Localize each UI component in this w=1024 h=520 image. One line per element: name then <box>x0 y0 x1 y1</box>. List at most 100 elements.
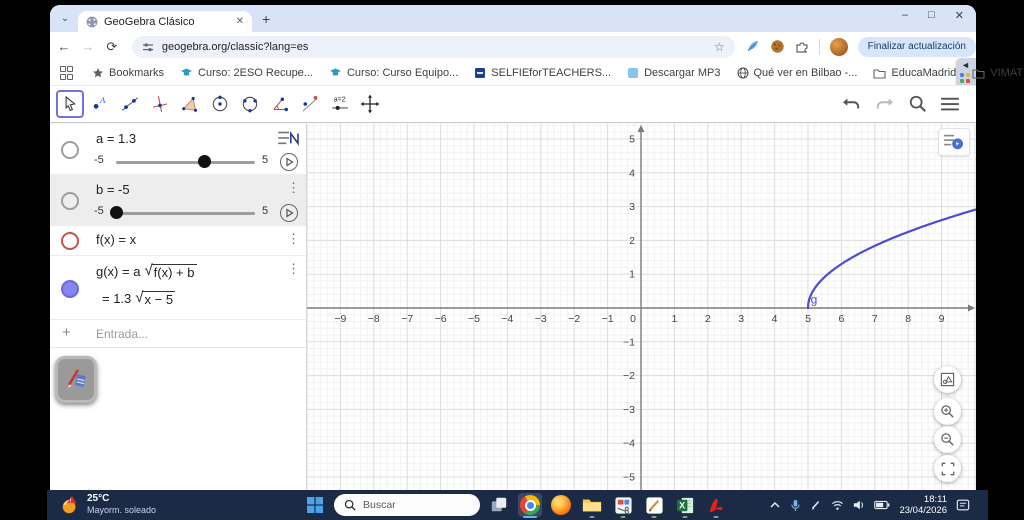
task-view-button[interactable] <box>487 493 511 517</box>
wifi-icon[interactable] <box>831 500 844 511</box>
apps-grid-icon[interactable] <box>60 66 73 80</box>
new-tab-button[interactable]: + <box>262 12 270 26</box>
row-menu-g[interactable]: ⋮ <box>287 261 300 277</box>
feather-extension-icon[interactable] <box>745 39 760 54</box>
hamburger-menu-icon[interactable] <box>940 96 960 112</box>
close-button[interactable]: ✕ <box>955 9 964 22</box>
visibility-toggle-f[interactable] <box>61 232 79 250</box>
visibility-toggle-b[interactable] <box>61 192 79 210</box>
forward-button[interactable]: → <box>78 39 98 54</box>
bookmark-item[interactable]: Bookmarks <box>92 67 164 79</box>
bookmark-item[interactable]: Curso: 2ESO Recupe... <box>180 67 313 79</box>
taskbar-app-excel[interactable]: X <box>673 493 697 518</box>
weather-widget[interactable]: ! 25°C Mayorm. soleado <box>59 493 156 516</box>
tool-slider[interactable]: a=2 <box>326 90 354 118</box>
bookmark-item[interactable]: Descargar MP3 <box>627 67 721 79</box>
weather-desc: Mayorm. soleado <box>87 505 157 515</box>
visibility-toggle-a[interactable] <box>61 141 79 159</box>
taskbar-app-firefox[interactable] <box>549 493 573 517</box>
tool-circle[interactable] <box>206 90 234 118</box>
graphics-view[interactable]: −9 −8 −7 −6 −5 −4 −3 −2 −1 0 1 2 3 4 5 6 7 8 9 −5 −4 −3 −2 −1 1 2… <box>307 124 976 490</box>
clock-widget[interactable]: 18:11 23/04/2026 <box>899 494 947 516</box>
update-chrome-chip[interactable]: Finalizar actualización <box>857 36 976 57</box>
tool-line[interactable] <box>116 90 144 118</box>
volume-icon[interactable] <box>853 499 865 511</box>
row-menu-f[interactable]: ⋮ <box>287 231 300 247</box>
show-all-objects-button[interactable] <box>934 366 961 393</box>
bookmark-item[interactable]: VIMAT <box>972 67 1023 79</box>
reload-button[interactable]: ⟳ <box>102 39 122 55</box>
animate-button-b[interactable] <box>280 204 298 222</box>
slider-handle-a[interactable] <box>197 155 211 168</box>
address-bar[interactable]: geogebra.org/classic?lang=es ☆ <box>131 35 735 58</box>
bookmark-star-icon[interactable]: ☆ <box>714 40 725 54</box>
battery-icon[interactable] <box>874 500 890 510</box>
zoom-out-button[interactable] <box>934 426 961 453</box>
algebra-row-b[interactable]: b = -5 -5 5 ⋮ <box>50 175 306 226</box>
taskbar-app-snipping-tool[interactable] <box>611 493 635 518</box>
algebra-row-g[interactable]: g(x) = a √ f(x) + b = 1.3 √ x − 5 ⋮ <box>50 256 306 320</box>
algebra-style-button[interactable] <box>274 126 304 150</box>
floating-pen-widget[interactable] <box>55 356 97 403</box>
slider-icon: a=2 <box>332 97 348 110</box>
slider-track-a[interactable] <box>116 161 255 164</box>
graphics-stylebar-button[interactable] <box>938 128 970 156</box>
taskbar-app-notes[interactable] <box>642 493 666 518</box>
taskbar-app-chrome[interactable] <box>518 493 542 518</box>
svg-text:2: 2 <box>705 313 711 325</box>
cookie-extension-icon[interactable] <box>770 39 785 54</box>
svg-text:1: 1 <box>629 269 635 281</box>
slider-handle-b[interactable] <box>110 206 123 219</box>
graph-canvas[interactable]: −9 −8 −7 −6 −5 −4 −3 −2 −1 0 1 2 3 4 5 6 7 8 9 −5 −4 −3 −2 −1 1 2… <box>307 124 976 490</box>
pen-icon[interactable] <box>810 499 822 511</box>
tool-point[interactable]: A <box>86 90 114 118</box>
undo-icon[interactable] <box>840 95 862 113</box>
algebra-input-row[interactable]: + Entrada... <box>50 320 306 348</box>
profile-avatar[interactable] <box>829 37 848 56</box>
svg-text:2: 2 <box>629 235 635 247</box>
tray-chevron-icon[interactable] <box>769 500 781 510</box>
add-input-icon[interactable]: + <box>62 324 71 341</box>
microphone-icon[interactable] <box>790 499 801 512</box>
taskbar-app-file-explorer[interactable] <box>580 493 604 518</box>
tab-geogebra[interactable]: GeoGebra Clásico ✕ <box>78 11 252 32</box>
extensions-puzzle-icon[interactable] <box>795 40 809 54</box>
input-placeholder[interactable]: Entrada... <box>96 327 148 341</box>
bookmark-item[interactable]: SELFIEforTEACHERS... <box>474 67 611 79</box>
visibility-toggle-g[interactable] <box>61 280 79 298</box>
notifications-icon[interactable] <box>956 498 970 512</box>
fullscreen-button[interactable] <box>934 455 961 482</box>
svg-text:9: 9 <box>939 313 945 325</box>
slider-track-b[interactable] <box>116 212 255 215</box>
zoom-in-button[interactable] <box>934 398 961 425</box>
tab-close-icon[interactable]: ✕ <box>236 16 244 27</box>
search-icon[interactable] <box>908 94 928 114</box>
tool-conic[interactable] <box>236 90 264 118</box>
taskbar-app-acrobat[interactable] <box>704 493 728 518</box>
redo-icon[interactable] <box>874 95 896 113</box>
tool-perpendicular-line[interactable] <box>146 90 174 118</box>
bookmark-item[interactable]: EducaMadrid <box>873 67 956 79</box>
taskbar-search[interactable]: Buscar <box>334 494 480 516</box>
tool-move-graphics-view[interactable] <box>356 90 384 118</box>
tool-polygon[interactable] <box>176 90 204 118</box>
tool-reflect-about-line[interactable] <box>296 90 324 118</box>
bookmark-item[interactable]: Curso: Curso Equipo... <box>329 67 458 79</box>
tool-move[interactable] <box>56 90 84 118</box>
animate-button-a[interactable] <box>280 153 298 171</box>
start-button[interactable] <box>303 493 327 517</box>
algebra-row-a[interactable]: a = 1.3 -5 5 <box>50 124 306 175</box>
tab-search-chevron-icon[interactable]: ⌄ <box>58 12 72 26</box>
back-button[interactable]: ← <box>54 39 74 54</box>
bookmark-item[interactable]: Qué ver en Bilbao -... <box>737 67 857 79</box>
slider-min-a: -5 <box>94 154 104 166</box>
minimize-button[interactable]: – <box>902 9 908 22</box>
tool-angle[interactable] <box>266 90 294 118</box>
navigation-bar: ← → ⟳ geogebra.org/classic?lang=es ☆ Fin… <box>50 32 976 86</box>
definition-f: f(x) = x <box>96 232 137 247</box>
algebra-row-f[interactable]: f(x) = x ⋮ <box>50 226 306 256</box>
row-menu-b[interactable]: ⋮ <box>287 180 300 196</box>
circle-icon <box>212 95 228 112</box>
maximize-button[interactable]: □ <box>928 9 935 22</box>
svg-text:7: 7 <box>872 313 878 325</box>
